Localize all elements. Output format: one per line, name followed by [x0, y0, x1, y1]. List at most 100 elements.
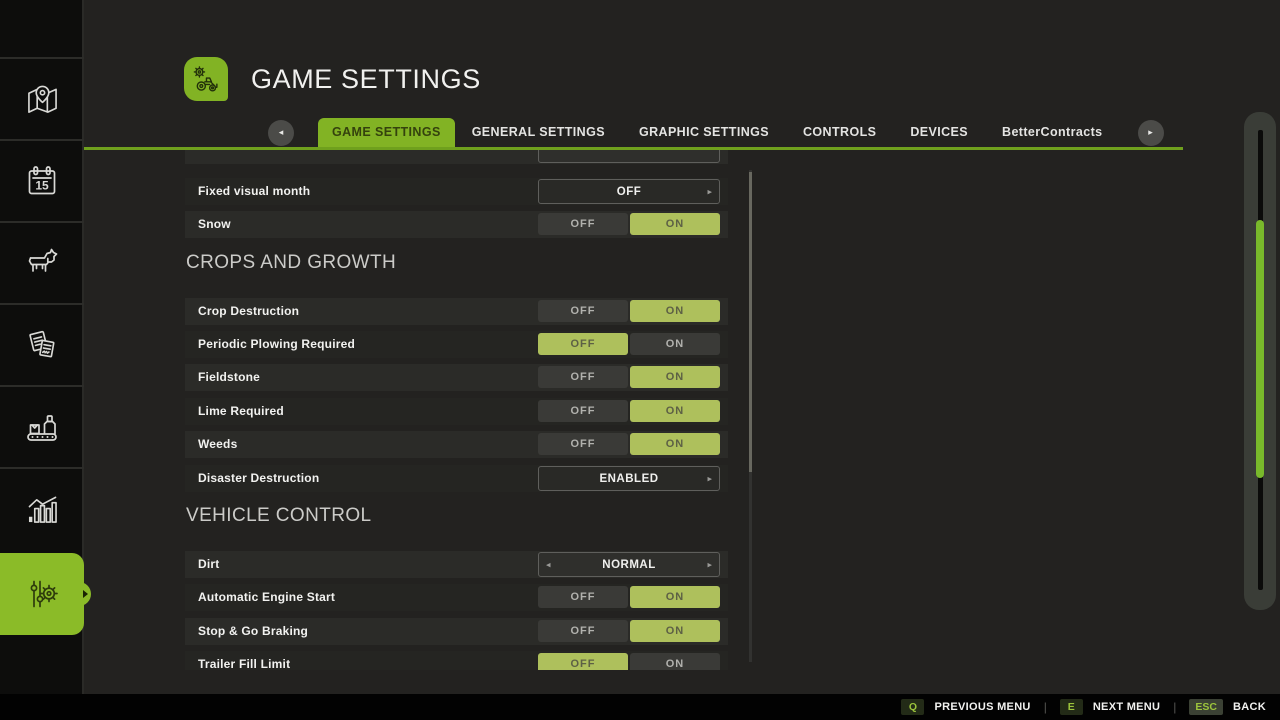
select-value: ENABLED	[599, 473, 658, 485]
setting-label: Periodic Plowing Required	[198, 331, 355, 358]
settings-row-periodic-plowing: Periodic Plowing Required OFF ON	[185, 331, 728, 358]
toggle-on-button[interactable]: ON	[630, 400, 720, 422]
settings-row-fixed-visual-month: Fixed visual month OFF ▸	[185, 178, 728, 205]
weeds-toggle[interactable]: OFF ON	[538, 433, 720, 455]
toggle-on-button[interactable]: ON	[630, 653, 720, 670]
hint-next-menu[interactable]: E NEXT MENU	[1060, 699, 1160, 715]
trailer-fill-limit-toggle[interactable]: OFF ON	[538, 653, 720, 670]
periodic-plowing-toggle[interactable]: OFF ON	[538, 333, 720, 355]
clipped-select[interactable]	[538, 150, 720, 163]
tabs-next-button[interactable]: ▸	[1138, 120, 1164, 146]
setting-label: Crop Destruction	[198, 298, 299, 325]
hint-back[interactable]: ESC BACK	[1189, 699, 1266, 715]
toggle-on-button[interactable]: ON	[630, 433, 720, 455]
settings-row-lime-required: Lime Required OFF ON	[185, 398, 728, 425]
fieldstone-toggle[interactable]: OFF ON	[538, 366, 720, 388]
sidebar-item-calendar[interactable]: 15	[0, 139, 84, 221]
settings-row-snow: Snow OFF ON	[185, 211, 728, 238]
toggle-off-button[interactable]: OFF	[538, 653, 628, 670]
toggle-off-button[interactable]: OFF	[538, 213, 628, 235]
statistics-icon	[25, 495, 60, 524]
disaster-destruction-select[interactable]: ENABLED ▸	[538, 466, 720, 491]
toggle-off-button[interactable]: OFF	[538, 300, 628, 322]
toggle-off-button[interactable]: OFF	[538, 620, 628, 642]
animals-icon	[24, 248, 60, 278]
lime-required-toggle[interactable]: OFF ON	[538, 400, 720, 422]
footer-separator: |	[1044, 700, 1047, 714]
section-heading-vehicle: VEHICLE CONTROL	[186, 505, 371, 527]
settings-panel: Fixed visual month OFF ▸ Snow OFF ON CRO…	[185, 150, 728, 670]
tab-bettercontracts[interactable]: BetterContracts	[985, 118, 1119, 147]
dirt-select[interactable]: ◂ NORMAL ▸	[538, 552, 720, 577]
map-icon	[25, 84, 60, 115]
automatic-engine-start-toggle[interactable]: OFF ON	[538, 586, 720, 608]
setting-label: Disaster Destruction	[198, 465, 319, 492]
tab-devices[interactable]: DEVICES	[893, 118, 985, 147]
caret-right-icon[interactable]: ▸	[707, 473, 712, 484]
toggle-off-button[interactable]: OFF	[538, 366, 628, 388]
hint-label: PREVIOUS MENU	[934, 701, 1030, 713]
toggle-on-button[interactable]: ON	[630, 366, 720, 388]
fixed-visual-month-select[interactable]: OFF ▸	[538, 179, 720, 204]
footer-separator: |	[1173, 700, 1176, 714]
settings-row-crop-destruction: Crop Destruction OFF ON	[185, 298, 728, 325]
caret-left-icon[interactable]: ◂	[546, 559, 551, 570]
select-value: OFF	[617, 186, 642, 198]
setting-label: Fixed visual month	[198, 178, 310, 205]
sidebar-item-settings[interactable]	[0, 553, 84, 635]
tabs-prev-button[interactable]: ◂	[268, 120, 294, 146]
setting-label: Lime Required	[198, 398, 284, 425]
sidebar-item-statistics[interactable]	[0, 467, 84, 549]
calendar-icon: 15	[25, 164, 59, 198]
tab-general-settings[interactable]: GENERAL SETTINGS	[455, 118, 622, 147]
toggle-off-button[interactable]: OFF	[538, 586, 628, 608]
setting-label: Fieldstone	[198, 364, 260, 391]
arrow-left-icon: ◂	[279, 127, 284, 138]
key-esc-badge: ESC	[1189, 699, 1223, 715]
toggle-on-button[interactable]: ON	[630, 620, 720, 642]
hint-label: NEXT MENU	[1093, 701, 1160, 713]
sidebar-item-map[interactable]	[0, 57, 84, 139]
toggle-off-button[interactable]: OFF	[538, 433, 628, 455]
setting-label: Trailer Fill Limit	[198, 651, 290, 670]
page-title: GAME SETTINGS	[251, 64, 481, 95]
tab-bar: ◂ GAME SETTINGS GENERAL SETTINGS GRAPHIC…	[268, 118, 1164, 147]
settings-row-clipped	[185, 150, 728, 164]
stop-go-braking-toggle[interactable]: OFF ON	[538, 620, 720, 642]
section-heading-crops: CROPS AND GROWTH	[186, 252, 396, 274]
tab-game-settings[interactable]: GAME SETTINGS	[318, 118, 455, 147]
toggle-off-button[interactable]: OFF	[538, 400, 628, 422]
select-value: NORMAL	[602, 559, 655, 571]
settings-row-disaster-destruction: Disaster Destruction ENABLED ▸	[185, 465, 728, 492]
page-scrollbar-thumb[interactable]	[1256, 220, 1264, 478]
settings-row-automatic-engine-start: Automatic Engine Start OFF ON	[185, 584, 728, 611]
key-q-badge: Q	[901, 699, 924, 715]
toggle-on-button[interactable]: ON	[630, 333, 720, 355]
tab-controls[interactable]: CONTROLS	[786, 118, 893, 147]
caret-right-icon[interactable]: ▸	[707, 559, 712, 570]
toggle-on-button[interactable]: ON	[630, 213, 720, 235]
calendar-day: 15	[35, 179, 49, 193]
sidebar-item-animals[interactable]	[0, 221, 84, 303]
setting-label: Dirt	[198, 551, 219, 578]
contracts-icon	[26, 329, 59, 362]
list-scrollbar-thumb[interactable]	[749, 172, 752, 472]
toggle-on-button[interactable]: ON	[630, 300, 720, 322]
caret-right-icon[interactable]: ▸	[707, 186, 712, 197]
settings-icon	[24, 577, 60, 611]
key-e-badge: E	[1060, 699, 1083, 715]
production-icon	[24, 411, 60, 443]
sidebar: 15	[0, 0, 84, 694]
sidebar-item-production[interactable]	[0, 385, 84, 467]
crop-destruction-toggle[interactable]: OFF ON	[538, 300, 720, 322]
tab-graphic-settings[interactable]: GRAPHIC SETTINGS	[622, 118, 786, 147]
sidebar-item-contracts[interactable]	[0, 303, 84, 385]
tractor-gear-icon	[191, 64, 221, 94]
hint-previous-menu[interactable]: Q PREVIOUS MENU	[901, 699, 1030, 715]
toggle-on-button[interactable]: ON	[630, 586, 720, 608]
settings-row-dirt: Dirt ◂ NORMAL ▸	[185, 551, 728, 578]
game-settings-screen: 15	[0, 0, 1280, 720]
snow-toggle[interactable]: OFF ON	[538, 213, 720, 235]
footer-bar: Q PREVIOUS MENU | E NEXT MENU | ESC BACK	[0, 694, 1280, 720]
toggle-off-button[interactable]: OFF	[538, 333, 628, 355]
